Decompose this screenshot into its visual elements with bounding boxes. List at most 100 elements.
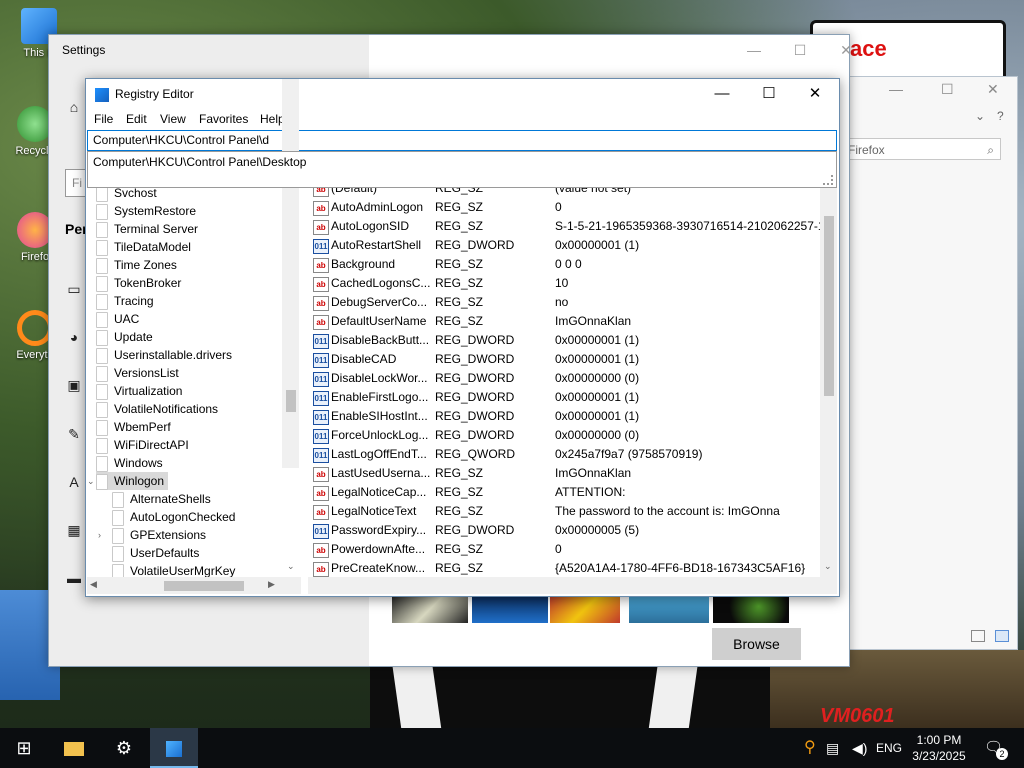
tree-item[interactable]: WbemPerf — [96, 418, 175, 436]
binary-value-icon: 011 — [313, 372, 329, 387]
close-button[interactable]: ✕ — [792, 79, 838, 109]
fonts-icon[interactable]: A — [65, 473, 83, 491]
value-row[interactable]: 011 ForceUnlockLog... REG_DWORD 0x00000000 … — [308, 426, 820, 445]
maximize-button[interactable]: ☐ — [941, 81, 954, 98]
tree-horizontal-scrollbar-thumb[interactable] — [164, 581, 244, 591]
background-icon[interactable]: ▭ — [65, 280, 83, 298]
scroll-right-icon[interactable]: ▶ — [268, 579, 275, 590]
minimize-button[interactable]: — — [889, 81, 903, 97]
browse-button[interactable]: Browse — [712, 628, 801, 660]
details-view-icon[interactable] — [971, 630, 985, 642]
large-icons-view-icon[interactable] — [995, 630, 1009, 642]
tree-item[interactable]: Svchost — [96, 188, 161, 202]
values-horizontal-scrollbar[interactable] — [308, 577, 837, 594]
tree-item[interactable]: Time Zones — [96, 256, 181, 274]
menu-file[interactable]: File — [94, 112, 113, 126]
value-row[interactable]: 011 PasswordExpiry... REG_DWORD 0x00000005 … — [308, 521, 820, 540]
address-bar[interactable]: Computer\HKCU\Control Panel\d — [87, 130, 837, 151]
background-thumbnail[interactable] — [629, 595, 709, 623]
tree-item[interactable]: VolatileUserMgrKey — [112, 562, 239, 577]
search-icon[interactable]: ⚲ — [804, 728, 816, 768]
value-row[interactable]: 011 EnableFirstLogo... REG_DWORD 0x00000001… — [308, 388, 820, 407]
tree-item[interactable]: Tracing — [96, 292, 158, 310]
start-icon[interactable]: ▦ — [65, 521, 83, 539]
home-icon[interactable]: ⌂ — [65, 98, 83, 116]
language-indicator[interactable]: ENG — [876, 728, 902, 768]
menu-edit[interactable]: Edit — [126, 112, 147, 126]
value-row[interactable]: ab DebugServerCo... REG_SZ no — [308, 293, 820, 312]
collapse-chevron-icon[interactable]: ⌄ — [87, 476, 97, 487]
scroll-down-icon[interactable]: ⌄ — [824, 561, 832, 572]
close-button[interactable]: ✕ — [823, 35, 869, 65]
value-row[interactable]: 011 DisableCAD REG_DWORD 0x00000001 (1) — [308, 350, 820, 369]
scroll-down-icon[interactable]: ⌄ — [287, 561, 295, 572]
values-scrollbar-thumb[interactable] — [824, 216, 834, 396]
value-row[interactable]: 011 DisableBackButt... REG_DWORD 0x00000001… — [308, 331, 820, 350]
tree-scrollbar-thumb[interactable] — [286, 390, 296, 412]
minimize-button[interactable]: — — [731, 35, 777, 65]
value-row[interactable]: ab PreCreateKnow... REG_SZ {A520A1A4-1780-4… — [308, 559, 820, 577]
address-suggestion[interactable]: Computer\HKCU\Control Panel\Desktop — [93, 155, 306, 169]
tree-item[interactable]: WiFiDirectAPI — [96, 436, 193, 454]
tree-item[interactable]: Virtualization — [96, 382, 186, 400]
tree-item[interactable]: VolatileNotifications — [96, 400, 222, 418]
themes-icon[interactable]: ✎ — [65, 425, 83, 443]
value-row[interactable]: ab Background REG_SZ 0 0 0 — [308, 255, 820, 274]
clock[interactable]: 1:00 PM 3/23/2025 — [906, 732, 972, 764]
minimize-button[interactable]: — — [699, 79, 745, 109]
value-row[interactable]: 011 LastLogOffEndT... REG_QWORD 0x245a7f9a7… — [308, 445, 820, 464]
value-row[interactable]: ab LegalNoticeCap... REG_SZ ATTENTION: — [308, 483, 820, 502]
background-thumbnail[interactable] — [550, 595, 620, 623]
value-row[interactable]: ab DefaultUserName REG_SZ ImGOnnaKlan — [308, 312, 820, 331]
value-row[interactable]: ab (Default) REG_SZ (value not set) — [308, 188, 820, 198]
background-thumbnail[interactable] — [472, 595, 548, 623]
close-button[interactable]: ✕ — [987, 81, 999, 98]
tree-item[interactable]: UserDefaults — [112, 544, 203, 562]
colors-icon[interactable]: ◕ — [65, 328, 83, 346]
tree-item[interactable]: AutoLogonChecked — [112, 508, 239, 526]
chevron-down-icon[interactable]: ⌄ — [975, 109, 985, 123]
taskbar-icon[interactable]: ▬ — [65, 569, 83, 587]
search-input[interactable]: Firefox ⌕ — [841, 138, 1001, 160]
value-row[interactable]: ab PowerdownAfte... REG_SZ 0 — [308, 540, 820, 559]
tree-item[interactable]: › GPExtensions — [98, 526, 210, 544]
tree-item[interactable]: Update — [96, 328, 157, 346]
maximize-button[interactable]: ☐ — [777, 35, 823, 65]
menu-view[interactable]: View — [160, 112, 186, 126]
value-row[interactable]: ab CachedLogonsC... REG_SZ 10 — [308, 274, 820, 293]
lock-screen-icon[interactable]: ▣ — [65, 376, 83, 394]
value-row[interactable]: ab LastUsedUserna... REG_SZ ImGOnnaKlan — [308, 464, 820, 483]
tree-item[interactable]: Terminal Server — [96, 220, 202, 238]
background-thumbnail[interactable] — [713, 595, 789, 623]
resize-grip-icon[interactable] — [823, 175, 833, 185]
taskbar-file-explorer[interactable] — [50, 728, 98, 768]
value-row[interactable]: 011 DisableLockWor... REG_DWORD 0x00000000 … — [308, 369, 820, 388]
tree-item[interactable]: TokenBroker — [96, 274, 185, 292]
value-row[interactable]: 011 AutoRestartShell REG_DWORD 0x00000001 (… — [308, 236, 820, 255]
taskbar-registry-editor[interactable] — [150, 728, 198, 768]
title-bar[interactable]: Registry Editor — ☐ ✕ — [86, 79, 839, 109]
scroll-left-icon[interactable]: ◀ — [90, 579, 97, 590]
tree-item[interactable]: Winlogon — [96, 472, 169, 490]
value-row[interactable]: ab AutoAdminLogon REG_SZ 0 — [308, 198, 820, 217]
menu-help[interactable]: Help — [260, 112, 285, 126]
value-row[interactable]: ab AutoLogonSID REG_SZ S-1-5-21-1965359368-… — [308, 217, 820, 236]
tree-item[interactable]: VersionsList — [96, 364, 183, 382]
menu-favorites[interactable]: Favorites — [199, 112, 248, 126]
tree-item[interactable]: UAC — [96, 310, 143, 328]
tree-item[interactable]: AlternateShells — [112, 490, 215, 508]
background-thumbnail[interactable] — [392, 595, 468, 623]
tree-item[interactable]: Userinstallable.drivers — [96, 346, 236, 364]
help-icon[interactable]: ? — [997, 109, 1004, 123]
value-row[interactable]: ab LegalNoticeText REG_SZ The password to t… — [308, 502, 820, 521]
taskbar-settings[interactable]: ⚙ — [100, 728, 148, 768]
network-icon[interactable]: ▤ — [826, 728, 839, 768]
expand-chevron-icon[interactable]: › — [98, 526, 108, 544]
tree-item[interactable]: Windows — [96, 454, 167, 472]
tree-item[interactable]: SystemRestore — [96, 202, 200, 220]
value-row[interactable]: 011 EnableSIHostInt... REG_DWORD 0x00000001… — [308, 407, 820, 426]
start-button[interactable]: ⊞ — [0, 728, 48, 768]
tree-item[interactable]: TileDataModel — [96, 238, 195, 256]
maximize-button[interactable]: ☐ — [746, 79, 792, 109]
volume-icon[interactable]: ◀) — [852, 728, 867, 768]
